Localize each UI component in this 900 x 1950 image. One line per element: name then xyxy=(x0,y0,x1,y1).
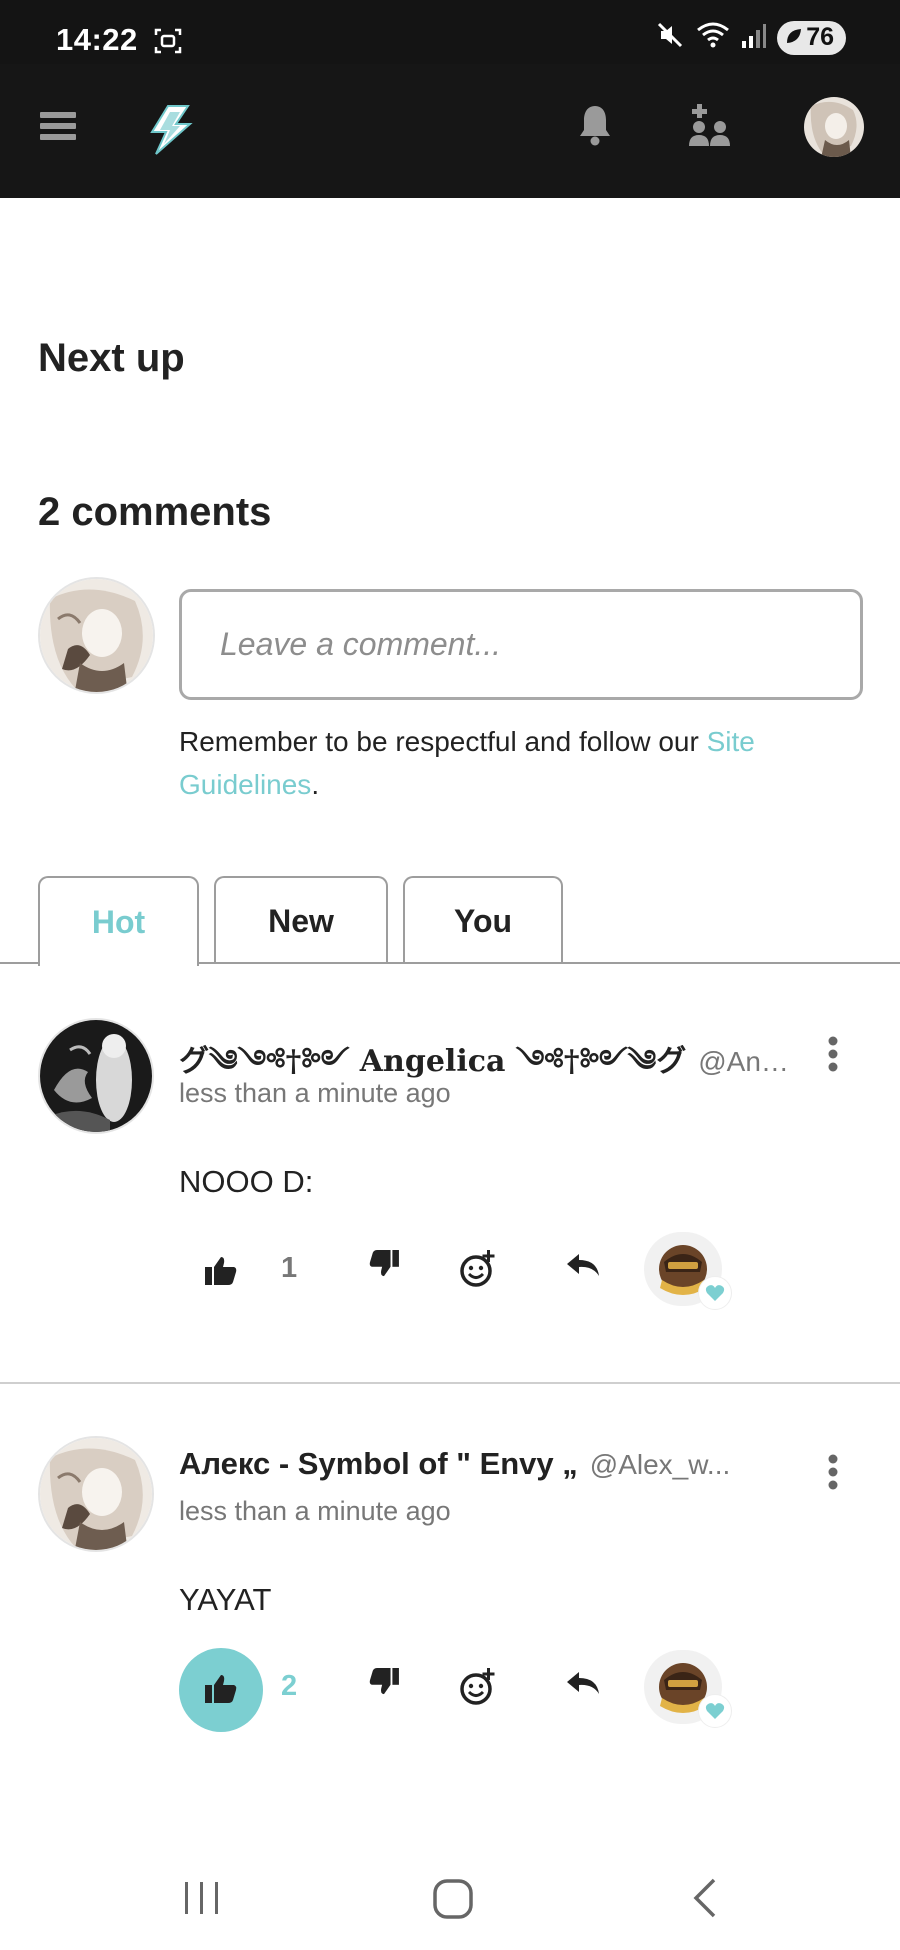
comment-handle[interactable]: @Ang3ID... xyxy=(698,1046,799,1078)
heart-icon xyxy=(698,1694,732,1728)
back-icon[interactable] xyxy=(690,1876,720,1925)
wifi-icon xyxy=(695,20,731,55)
screen-record-icon xyxy=(153,26,183,61)
comment-author-line: Алекс - Symbol of " Envy „ @Alex_w... xyxy=(179,1446,799,1482)
avatar[interactable] xyxy=(38,1018,154,1134)
avatar xyxy=(38,577,155,694)
tab-hot[interactable]: Hot xyxy=(38,876,199,966)
thumbs-up-icon xyxy=(205,1673,237,1708)
avatar[interactable] xyxy=(803,96,865,163)
signal-icon xyxy=(741,21,767,54)
add-emoji-icon xyxy=(459,1248,499,1293)
thumbs-down-icon xyxy=(369,1250,399,1283)
guidelines-notice: Remember to be respectful and follow our… xyxy=(179,720,839,806)
comment-timestamp: less than a minute ago xyxy=(179,1496,451,1526)
thumbs-down-icon xyxy=(369,1668,399,1701)
comment-timestamp: less than a minute ago xyxy=(179,1078,451,1108)
next-up-heading: Next up xyxy=(38,336,185,380)
status-bar: 14:22 76 xyxy=(0,0,900,64)
like-button[interactable] xyxy=(179,1230,263,1314)
battery-indicator: 76 xyxy=(777,20,846,55)
reply-button[interactable] xyxy=(565,1670,601,1701)
add-reaction-button[interactable] xyxy=(459,1666,499,1711)
comment-divider xyxy=(0,1382,900,1384)
more-options-icon[interactable] xyxy=(826,1036,840,1077)
comment-handle[interactable]: @Alex_w... xyxy=(590,1449,730,1481)
people-icon[interactable] xyxy=(689,104,731,151)
battery-leaf-icon xyxy=(785,23,803,52)
heart-icon xyxy=(698,1276,732,1310)
comment-author[interactable]: Алекс - Symbol of " Envy „ xyxy=(179,1446,578,1482)
avatar[interactable] xyxy=(38,1436,154,1552)
system-nav-bar xyxy=(0,1860,900,1950)
dislike-button[interactable] xyxy=(369,1250,399,1283)
bell-icon[interactable] xyxy=(578,104,612,151)
tab-you[interactable]: You xyxy=(403,876,563,964)
comment-input[interactable] xyxy=(179,589,863,700)
app-header xyxy=(0,64,900,198)
more-options-icon[interactable] xyxy=(826,1454,840,1495)
reply-icon xyxy=(565,1670,601,1701)
reply-icon xyxy=(565,1252,601,1283)
battery-level: 76 xyxy=(806,23,834,51)
comment-actions: 1 xyxy=(179,1230,779,1314)
lightning-logo-icon[interactable] xyxy=(146,104,194,161)
menu-icon[interactable] xyxy=(40,110,76,147)
add-emoji-icon xyxy=(459,1666,499,1711)
like-count: 1 xyxy=(281,1252,298,1284)
thumbs-up-icon xyxy=(205,1255,237,1290)
home-icon[interactable] xyxy=(432,1878,474,1925)
guidelines-text: Remember to be respectful and follow our xyxy=(179,726,707,757)
reaction-avatar[interactable] xyxy=(644,1232,732,1310)
add-reaction-button[interactable] xyxy=(459,1248,499,1293)
tab-new[interactable]: New xyxy=(214,876,388,964)
comments-heading: 2 comments xyxy=(38,490,272,534)
mute-icon xyxy=(655,20,685,55)
comment-body: YAYAT xyxy=(179,1582,272,1617)
comment-body: NOOO D: xyxy=(179,1164,314,1199)
comment-actions: 2 xyxy=(179,1648,779,1732)
recent-apps-icon[interactable] xyxy=(182,1878,222,1923)
status-time: 14:22 xyxy=(56,22,138,57)
like-button[interactable] xyxy=(179,1648,263,1732)
reply-button[interactable] xyxy=(565,1252,601,1283)
reaction-avatar[interactable] xyxy=(644,1650,732,1728)
guidelines-end: . xyxy=(311,769,320,800)
like-count: 2 xyxy=(281,1670,298,1702)
dislike-button[interactable] xyxy=(369,1668,399,1701)
